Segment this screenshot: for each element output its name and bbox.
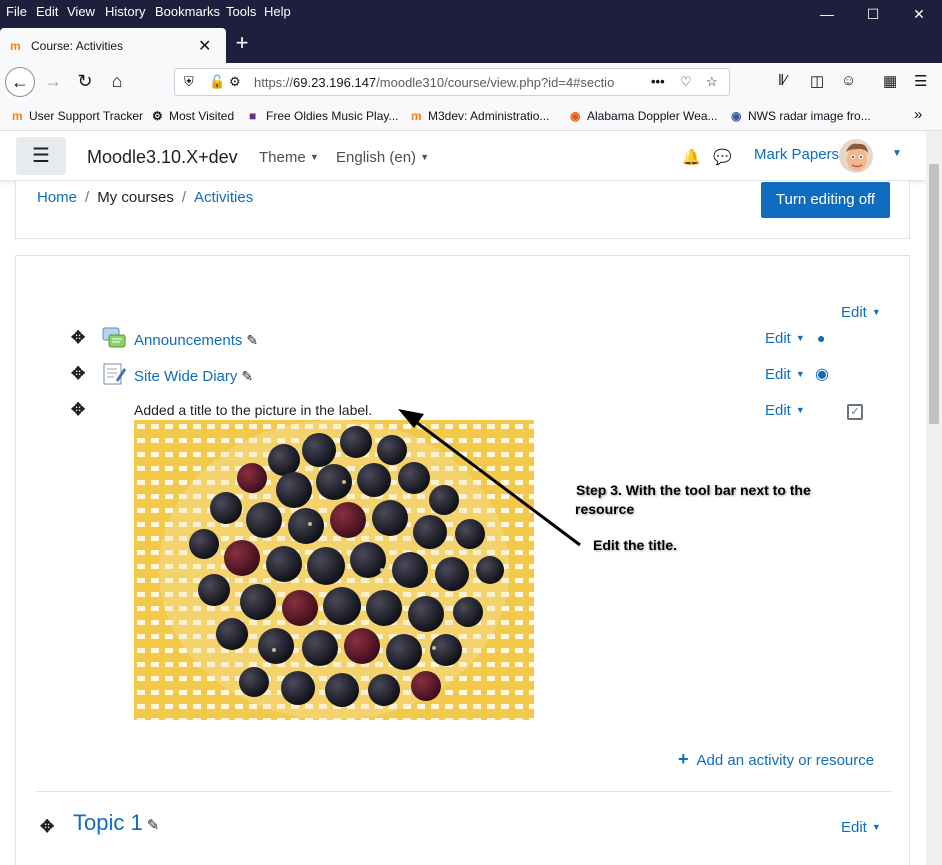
minimize-icon[interactable]: — [815, 4, 839, 24]
diary-icon [102, 362, 126, 386]
avatar[interactable] [839, 139, 873, 173]
user-menu-caret-icon[interactable]: ▼ [892, 148, 902, 159]
move-icon[interactable]: ✥ [71, 364, 85, 384]
site-wide-diary-link[interactable]: Site Wide Diary ✎ [134, 368, 253, 385]
course-content: Edit ▼ ✥ Announcements ✎ Edit ▼ ● ✥ Site Wi… [15, 255, 910, 865]
annotation-line-1: Step 3. With the tool bar next to the [576, 482, 811, 498]
menu-view[interactable]: View [67, 4, 95, 19]
bookmark-free-oldies[interactable]: ■ Free Oldies Music Play... [249, 109, 398, 123]
language-menu[interactable]: English (en) ▼ [336, 149, 429, 166]
bookmark-star-icon[interactable]: ☆ [706, 74, 718, 90]
new-tab-icon[interactable]: + [230, 31, 254, 55]
label-title[interactable]: Added a title to the picture in the labe… [134, 402, 372, 418]
tab-close-icon[interactable]: ✕ [198, 36, 211, 56]
blackberries-image [134, 420, 534, 720]
scrollbar-thumb[interactable] [929, 164, 939, 424]
topic-1-title[interactable]: Topic 1 ✎ [73, 810, 159, 836]
breadcrumb-home[interactable]: Home [37, 189, 77, 206]
url-text[interactable]: https://69.23.196.147/moodle310/course/v… [254, 75, 619, 90]
shield-icon[interactable]: ⛨ [184, 74, 194, 90]
weather-icon: ◉ [570, 109, 581, 123]
pencil-icon[interactable]: ✎ [241, 368, 253, 384]
maximize-icon[interactable]: ☐ [861, 4, 885, 24]
topic-1-edit-menu[interactable]: Edit ▼ [841, 819, 881, 836]
diary-edit-menu[interactable]: Edit ▼ [765, 366, 805, 383]
menu-bookmarks[interactable]: Bookmarks [155, 4, 220, 19]
bookmark-most-visited[interactable]: ⚙ Most Visited [152, 109, 234, 123]
site-name[interactable]: Moodle3.10.X+dev [87, 147, 238, 168]
account-icon[interactable]: ☺ [841, 72, 856, 89]
move-icon[interactable]: ✥ [71, 400, 85, 420]
menu-help[interactable]: Help [264, 4, 291, 19]
section-divider [36, 791, 891, 792]
theme-menu[interactable]: Theme ▼ [259, 149, 319, 166]
breadcrumb-activities[interactable]: Activities [194, 189, 253, 206]
extensions-icon[interactable]: ▦ [883, 72, 897, 90]
page-actions-icon[interactable]: ••• [651, 74, 665, 89]
permissions-icon[interactable]: ⚙ [229, 74, 241, 90]
hamburger-menu-icon[interactable]: ☰ [914, 72, 927, 90]
nws-icon: ◉ [731, 109, 742, 123]
menu-edit[interactable]: Edit [36, 4, 58, 19]
page-scrollbar[interactable] [926, 131, 942, 865]
navigation-toolbar: ← → ↻ ⌂ ⛨ 🔓 ⚙ https://69.23.196.147/mood… [0, 63, 942, 101]
bookmark-alabama-doppler[interactable]: ◉ Alabama Doppler Wea... [570, 109, 718, 123]
forward-arrow-icon[interactable]: → [38, 67, 68, 97]
pocket-icon[interactable]: ♡ [680, 74, 692, 90]
plus-icon: + [678, 749, 689, 769]
moodle-navbar: ☰ Moodle3.10.X+dev Theme ▼ English (en) … [0, 131, 926, 181]
pencil-icon[interactable]: ✎ [246, 332, 258, 348]
menu-file[interactable]: File [6, 4, 27, 19]
annotation-line-3: Edit the title. [593, 537, 677, 553]
tab-title: Course: Activities [31, 39, 124, 53]
url-bar[interactable]: ⛨ 🔓 ⚙ https://69.23.196.147/moodle310/co… [174, 68, 730, 96]
bookmarks-toolbar: m User Support Tracker ⚙ Most Visited ■ Fre… [0, 101, 942, 131]
breadcrumb: Home / My courses / Activities [37, 189, 254, 206]
moodle-icon: m [12, 109, 23, 123]
lock-warning-icon[interactable]: 🔓 [209, 74, 225, 90]
bookmark-nws-radar[interactable]: ◉ NWS radar image fro... [731, 109, 871, 123]
menu-tools[interactable]: Tools [226, 4, 256, 19]
breadcrumb-my-courses[interactable]: My courses [97, 189, 174, 206]
browser-tab[interactable]: m Course: Activities ✕ [0, 28, 226, 63]
chat-icon[interactable]: 💬 [713, 148, 732, 166]
announcements-link[interactable]: Announcements ✎ [134, 332, 258, 349]
browser-menu-bar: File Edit View History Bookmarks Tools H… [0, 0, 942, 28]
label-edit-menu[interactable]: Edit ▼ [765, 402, 805, 419]
sidebar-icon[interactable]: ◫ [810, 72, 824, 90]
forum-icon [102, 326, 126, 350]
radio-icon: ■ [249, 109, 257, 123]
checkbox-icon[interactable]: ✓ [847, 404, 863, 420]
bookmark-user-support-tracker[interactable]: m User Support Tracker [12, 109, 143, 123]
tab-strip: m Course: Activities ✕ + [0, 28, 942, 63]
gear-icon: ⚙ [152, 109, 163, 123]
menu-history[interactable]: History [105, 4, 145, 19]
more-bookmarks-icon[interactable]: » [914, 106, 922, 123]
bookmark-m3dev[interactable]: m M3dev: Administratio... [411, 109, 549, 123]
back-arrow-icon[interactable]: ← [5, 67, 35, 97]
add-activity-button[interactable]: + Add an activity or resource [678, 749, 874, 770]
drawer-toggle-icon[interactable]: ☰ [16, 137, 66, 175]
close-window-icon[interactable]: ✕ [907, 4, 931, 24]
user-circle-icon[interactable]: ◉ [815, 364, 829, 384]
moodle-page: ☰ Moodle3.10.X+dev Theme ▼ English (en) … [0, 131, 926, 865]
user-name[interactable]: Mark Papers [754, 146, 839, 163]
section-edit-menu[interactable]: Edit ▼ [841, 304, 881, 321]
move-icon[interactable]: ✥ [40, 817, 54, 837]
move-icon[interactable]: ✥ [71, 328, 85, 348]
announcements-edit-menu[interactable]: Edit ▼ [765, 330, 805, 347]
page-header: Home / My courses / Activities Turn editing … [15, 181, 910, 239]
bell-icon[interactable]: 🔔 [682, 148, 701, 166]
reload-icon[interactable]: ↻ [70, 67, 100, 97]
home-icon[interactable]: ⌂ [102, 67, 132, 97]
user-icon[interactable]: ● [817, 330, 825, 346]
pencil-icon[interactable]: ✎ [147, 817, 160, 834]
moodle-favicon-icon: m [10, 39, 21, 53]
turn-editing-off-button[interactable]: Turn editing off [761, 182, 890, 218]
annotation-line-2: resource [575, 501, 635, 517]
moodle-icon: m [411, 109, 422, 123]
library-icon[interactable]: ‖⁄ [778, 72, 787, 89]
